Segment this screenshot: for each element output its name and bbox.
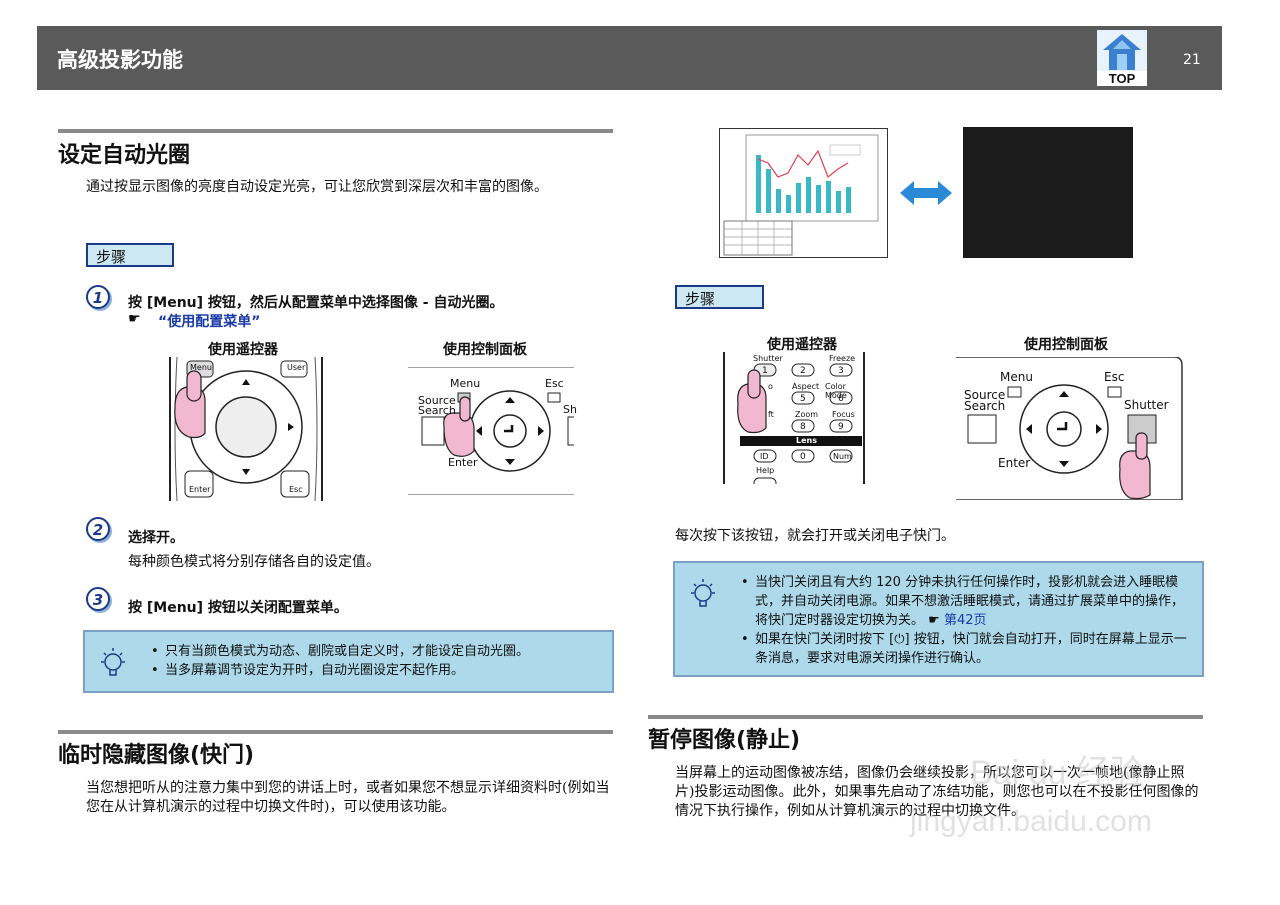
step-2-desc: 每种颜色模式将分别存储各自的设定值。 — [128, 554, 380, 570]
step-number-3: 3 — [86, 587, 110, 611]
panel-esc-key: Esc — [1104, 370, 1125, 384]
step-number-1: 1 — [86, 285, 110, 309]
shutter-note: 当快门关闭且有大约 120 分钟未执行任何操作时，投影机就会进入睡眠模式，并自动… — [673, 561, 1204, 677]
key-2: 2 — [800, 366, 806, 376]
remote-menu-key: Menu — [190, 363, 212, 372]
step-number-2: 2 — [86, 517, 110, 541]
focus-key-label: Focus — [832, 410, 855, 419]
chapter-title: 高级投影功能 — [57, 48, 183, 72]
key-8: 8 — [800, 422, 806, 432]
key-3: 3 — [838, 366, 844, 376]
panel-shutter-key: Shutter — [1124, 398, 1169, 412]
panel-search-key: Search — [964, 399, 1006, 413]
steps-label: 步骤 — [96, 248, 127, 266]
remote-enter-key: Enter — [189, 485, 211, 494]
step-2-text: 选择开。 — [128, 530, 184, 546]
watermark-logo: Bai du 经验 — [970, 754, 1144, 792]
panel-label: 使用控制面板 — [1024, 337, 1108, 353]
control-panel-shutter-diagram: Menu Esc Source Search Shutter Enter — [956, 356, 1184, 501]
shutter-desc: 每次按下该按钮，就会打开或关闭电子快门。 — [675, 528, 955, 544]
pointing-hand-icon: ☛ — [928, 613, 940, 628]
key-6: 6 — [838, 394, 844, 404]
aspect-key-label: Aspect — [792, 382, 820, 391]
partial-label-o: o — [768, 382, 773, 391]
panel-menu-key: Menu — [1000, 370, 1033, 384]
num-key-label: Num — [833, 452, 852, 461]
projected-image-illustration — [719, 128, 888, 258]
section-divider — [58, 730, 613, 734]
key-1: 1 — [762, 366, 768, 376]
remote-control-keypad-diagram: Shutter Freeze 1 2 3 o Aspect Color Mode… — [722, 352, 866, 489]
page-number: 21 — [1183, 52, 1201, 68]
house-icon — [1097, 30, 1147, 74]
watermark-url: jingyan.baidu.com — [910, 805, 1152, 838]
lightbulb-icon — [101, 648, 125, 676]
control-panel-diagram: Menu Esc Source Search Sh Enter — [408, 366, 579, 496]
remote-label: 使用遥控器 — [208, 342, 278, 358]
steps-label-box: 步骤 — [86, 243, 174, 267]
config-menu-link[interactable]: “使用配置菜单” — [158, 311, 260, 331]
lens-label: Lens — [796, 436, 817, 445]
auto-iris-note: 只有当颜色模式为动态、剧院或自定义时，才能设定自动光圈。 当多屏幕调节设定为开时… — [83, 630, 614, 693]
step-1-text: 按 [Menu] 按钮，然后从配置菜单中选择图像 - 自动光圈。 — [128, 295, 504, 311]
partial-label-ft: ft — [768, 410, 774, 419]
auto-iris-intro: 通过按显示图像的亮度自动设定光亮，可让您欣赏到深层次和丰富的图像。 — [86, 179, 548, 195]
shutter-intro: 当您想把听从的注意力集中到您的讲话上时，或者如果您不想显示详细资料时(例如当您在… — [86, 780, 610, 815]
remote-label: 使用遥控器 — [767, 337, 837, 353]
steps-label: 步骤 — [685, 290, 716, 308]
section-title-shutter: 临时隐藏图像(快门) — [58, 743, 255, 768]
blank-screen-illustration — [963, 127, 1133, 258]
note-item: 只有当颜色模式为动态、剧院或自定义时，才能设定自动光圈。 — [151, 642, 601, 661]
section-divider — [648, 715, 1203, 719]
page-header: 高级投影功能 TOP 21 — [37, 26, 1222, 90]
lightbulb-icon — [691, 579, 715, 607]
top-label: TOP — [1097, 71, 1147, 86]
panel-enter-key: Enter — [998, 456, 1031, 470]
panel-menu-key: Menu — [450, 377, 481, 390]
remote-user-key: User — [287, 363, 306, 372]
help-key-label: Help — [756, 466, 775, 475]
panel-esc-key: Esc — [545, 377, 564, 390]
panel-enter-key: Enter — [448, 456, 478, 469]
remote-control-diagram: Menu User Enter Esc — [165, 356, 327, 502]
shutter-key-label: Shutter — [753, 354, 783, 363]
key-5: 5 — [800, 394, 806, 404]
zoom-key-label: Zoom — [795, 410, 819, 419]
panel-label: 使用控制面板 — [443, 342, 527, 358]
steps-label-box: 步骤 — [675, 285, 764, 309]
note-item: 当快门关闭且有大约 120 分钟未执行任何操作时，投影机就会进入睡眠模式，并自动… — [741, 573, 1193, 630]
freeze-key-label: Freeze — [829, 354, 856, 363]
key-9: 9 — [838, 422, 844, 432]
color-mode-key-label: Color Mode — [825, 382, 847, 400]
pointing-hand-icon: ☛ — [128, 311, 141, 327]
section-title-freeze: 暂停图像(静止) — [648, 728, 801, 753]
section-divider — [58, 129, 613, 133]
section-title-auto-iris: 设定自动光圈 — [58, 143, 191, 168]
page-42-link[interactable]: 第42页 — [944, 613, 987, 628]
panel-search-key: Search — [418, 404, 456, 417]
double-arrow-icon — [900, 181, 952, 205]
panel-shutter-fragment: Sh — [563, 403, 577, 416]
remote-esc-key: Esc — [289, 485, 303, 494]
note-item: 如果在快门关闭时按下 [⏻] 按钮，快门就会自动打开，同时在屏幕上显示一条消息，… — [741, 630, 1193, 668]
id-key-label: ID — [760, 452, 769, 461]
key-0: 0 — [800, 452, 806, 462]
top-button[interactable]: TOP — [1097, 30, 1147, 86]
note-item: 当多屏幕调节设定为开时，自动光圈设定不起作用。 — [151, 661, 601, 680]
step-3-text: 按 [Menu] 按钮以关闭配置菜单。 — [128, 600, 348, 616]
